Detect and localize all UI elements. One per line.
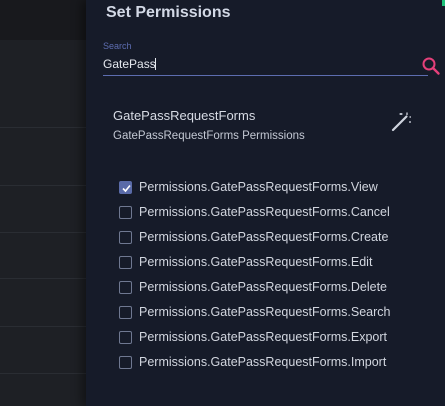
search-label: Search xyxy=(103,41,132,51)
permission-group-title: GatePassRequestForms xyxy=(113,108,256,123)
permission-item-delete[interactable]: Permissions.GatePassRequestForms.Delete xyxy=(119,277,439,297)
permission-label: Permissions.GatePassRequestForms.Import xyxy=(139,355,387,369)
permission-item-import[interactable]: Permissions.GatePassRequestForms.Import xyxy=(119,352,439,372)
permission-label: Permissions.GatePassRequestForms.Export xyxy=(139,330,388,344)
permission-item-create[interactable]: Permissions.GatePassRequestForms.Create xyxy=(119,227,439,247)
permission-label: Permissions.GatePassRequestForms.Edit xyxy=(139,255,373,269)
permission-checkbox[interactable] xyxy=(119,180,132,194)
permission-item-cancel[interactable]: Permissions.GatePassRequestForms.Cancel xyxy=(119,202,439,222)
permission-label: Permissions.GatePassRequestForms.Delete xyxy=(139,280,388,294)
search-input[interactable] xyxy=(103,53,403,75)
permission-label: Permissions.GatePassRequestForms.Cancel xyxy=(139,205,390,219)
permission-item-view[interactable]: Permissions.GatePassRequestForms.View xyxy=(119,177,439,197)
background-divider xyxy=(0,185,86,186)
background-divider xyxy=(0,127,86,128)
magic-wand-icon[interactable] xyxy=(390,111,412,133)
background-divider xyxy=(0,326,86,327)
permission-checkbox[interactable] xyxy=(119,280,132,294)
permission-checkbox[interactable] xyxy=(119,355,132,369)
permission-checkbox[interactable] xyxy=(119,255,132,269)
background-divider xyxy=(0,278,86,279)
permission-label: Permissions.GatePassRequestForms.View xyxy=(139,180,378,194)
background-divider xyxy=(0,373,86,374)
permissions-drawer: Set Permissions Search GatePassRequestFo… xyxy=(86,0,445,406)
background-header xyxy=(0,0,86,40)
search-icon[interactable] xyxy=(421,56,441,76)
background-divider xyxy=(0,232,86,233)
permission-checkbox[interactable] xyxy=(119,205,132,219)
permission-label: Permissions.GatePassRequestForms.Search xyxy=(139,305,391,319)
permission-item-export[interactable]: Permissions.GatePassRequestForms.Export xyxy=(119,327,439,347)
permission-label: Permissions.GatePassRequestForms.Create xyxy=(139,230,389,244)
permission-checkbox[interactable] xyxy=(119,330,132,344)
permission-item-edit[interactable]: Permissions.GatePassRequestForms.Edit xyxy=(119,252,439,272)
permission-group-subtitle: GatePassRequestForms Permissions xyxy=(113,130,305,142)
search-field[interactable] xyxy=(103,53,440,76)
text-caret xyxy=(155,58,156,70)
permission-checkbox[interactable] xyxy=(119,230,132,244)
drawer-title: Set Permissions xyxy=(106,4,231,21)
permission-checkbox[interactable] xyxy=(119,305,132,319)
permission-item-search[interactable]: Permissions.GatePassRequestForms.Search xyxy=(119,302,439,322)
background-page xyxy=(0,0,86,406)
